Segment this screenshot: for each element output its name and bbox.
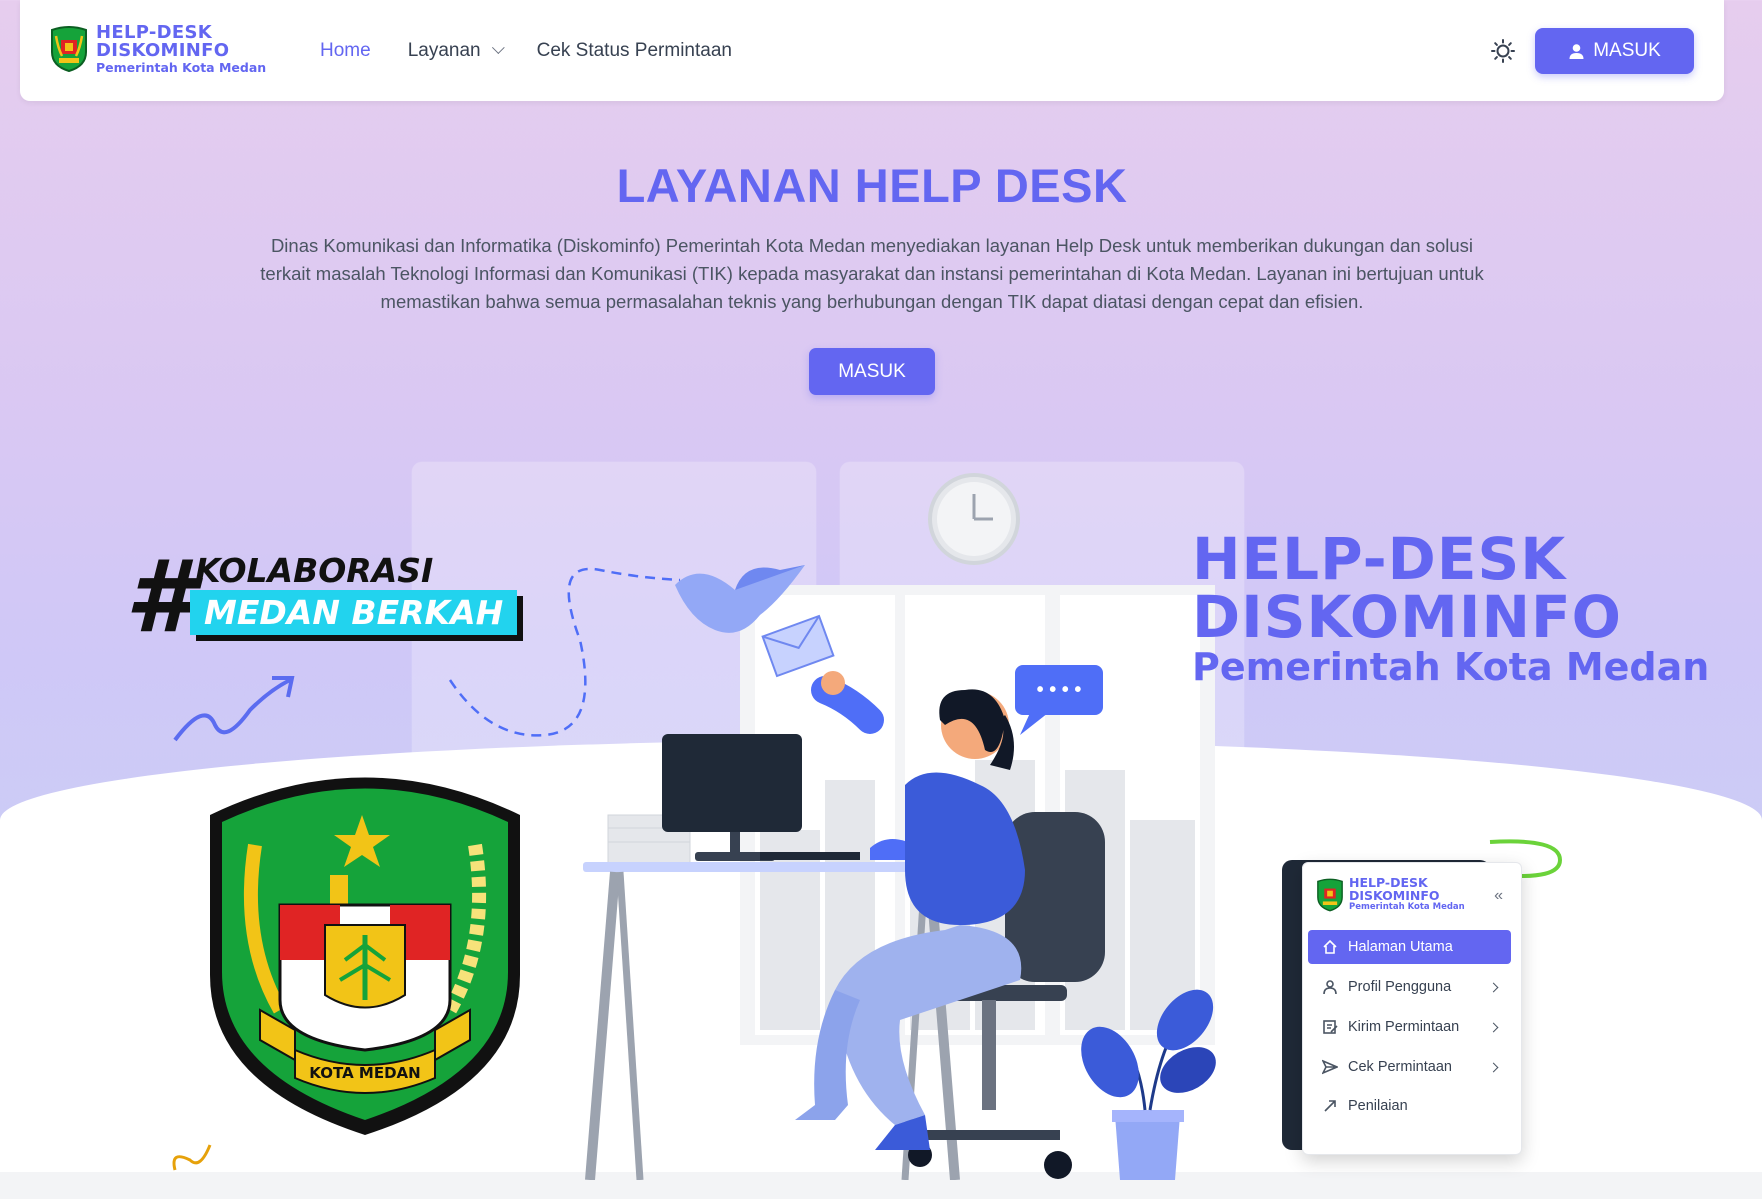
sun-icon	[1491, 39, 1515, 63]
home-icon	[1323, 939, 1337, 954]
nav-cek-status[interactable]: Cek Status Permintaan	[537, 40, 732, 62]
sidebar-preview-item-label: Cek Permintaan	[1348, 1059, 1452, 1075]
sidebar-preview-item-label: Halaman Utama	[1348, 939, 1453, 955]
nav-layanan-label: Layanan	[407, 39, 481, 61]
user-icon	[1323, 980, 1337, 995]
sidebar-preview-item-label: Profil Pengguna	[1348, 979, 1452, 995]
sidebar-preview-item-profil-pengguna[interactable]: Profil Pengguna	[1308, 970, 1511, 1004]
rating-icon	[1324, 1100, 1336, 1112]
hero-brand-line-1: HELP-DESK	[1192, 525, 1567, 593]
hero-brand-lockup: HELP-DESK DISKOMINFO Pemerintah Kota Med…	[1192, 530, 1709, 686]
chevron-right-icon	[1488, 982, 1499, 992]
kolaborasi-line-1: KOLABORASI	[195, 551, 434, 590]
kolaborasi-line-2: MEDAN BERKAH	[190, 590, 518, 635]
send-icon	[1322, 1059, 1338, 1075]
sidebar-preview-item-label: Kirim Permintaan	[1348, 1019, 1460, 1035]
kota-medan-emblem: KOTA MEDAN	[210, 777, 520, 1135]
navbar-login-button[interactable]: MASUK	[1535, 28, 1694, 74]
sidebar-preview-item-halaman-utama[interactable]: Halaman Utama	[1308, 930, 1511, 964]
kolaborasi-hash: #	[125, 538, 195, 655]
sidebar-preview-brand: HELP-DESK DISKOMINFO Pemerintah Kota Med…	[1315, 876, 1465, 912]
sidebar-preview-item-label: Penilaian	[1348, 1098, 1408, 1114]
sidebar-preview-item-kirim-permintaan[interactable]: Kirim Permintaan	[1308, 1010, 1511, 1044]
sidebar-preview: HELP-DESK DISKOMINFO Pemerintah Kota Med…	[1302, 862, 1522, 1155]
sidebar-preview-brand-2: DISKOMINFO	[1349, 887, 1440, 903]
sidebar-preview-item-penilaian[interactable]: Penilaian	[1308, 1089, 1511, 1123]
user-icon	[1569, 43, 1584, 59]
chevron-right-icon	[1488, 1022, 1499, 1032]
hero-brand-line-3: Pemerintah Kota Medan	[1192, 645, 1710, 689]
nav-layanan[interactable]: Layanan	[407, 39, 505, 62]
nav-home[interactable]: Home	[320, 40, 371, 62]
hero-description: Dinas Komunikasi dan Informatika (Diskom…	[260, 235, 1484, 312]
double-chevron-left-icon[interactable]: «	[1494, 887, 1503, 905]
theme-toggle[interactable]	[1490, 38, 1516, 64]
hero-login-button[interactable]: MASUK	[809, 348, 935, 395]
kota-medan-emblem-icon	[1317, 878, 1343, 911]
clock-icon	[928, 473, 1020, 565]
emblem-banner-text: KOTA MEDAN	[309, 1064, 420, 1082]
kota-medan-emblem-icon	[51, 26, 87, 73]
hero-brand-line-2: DISKOMINFO	[1192, 583, 1622, 651]
navbar-login-label: MASUK	[1593, 40, 1661, 61]
top-navbar: HELP-DESK DISKOMINFO Pemerintah Kota Med…	[20, 0, 1724, 101]
chevron-down-icon	[491, 41, 505, 55]
chat-dots: • • • •	[1037, 679, 1082, 701]
sidebar-preview-item-cek-permintaan[interactable]: Cek Permintaan	[1308, 1050, 1511, 1084]
brand-logo[interactable]: HELP-DESK DISKOMINFO Pemerintah Kota Med…	[48, 24, 266, 75]
sidebar-preview-brand-3: Pemerintah Kota Medan	[1349, 902, 1465, 912]
brand-line-3: Pemerintah Kota Medan	[96, 60, 267, 75]
main-nav: Home Layanan Cek Status Permintaan	[320, 0, 732, 101]
brand-line-2: DISKOMINFO	[96, 40, 230, 61]
chevron-right-icon	[1488, 1062, 1499, 1072]
hero-title: LAYANAN HELP DESK	[616, 159, 1128, 212]
edit-icon	[1323, 1020, 1338, 1034]
